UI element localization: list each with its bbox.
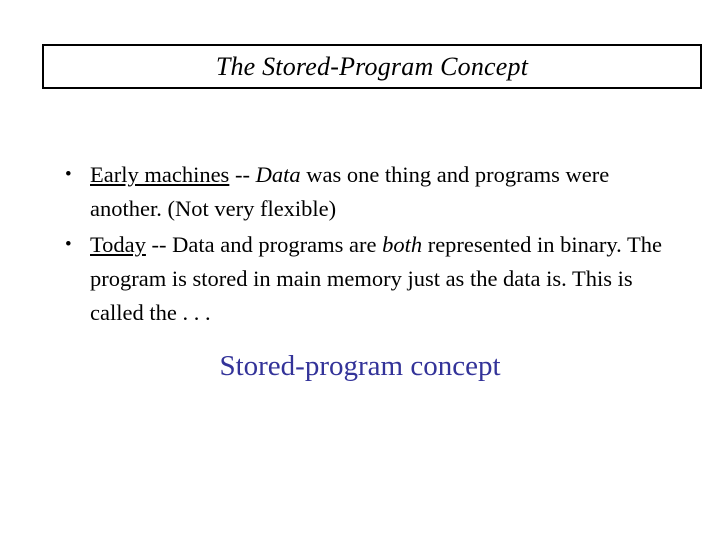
page-title: The Stored-Program Concept [215, 51, 529, 81]
bullet1-dash: -- [229, 162, 256, 187]
bullet2-italic-term: both [382, 232, 423, 257]
bullet-marker-icon: • [65, 234, 72, 255]
title-box: The Stored-Program Concept [42, 44, 702, 89]
bullet-list: • Early machines -- Data was one thing a… [58, 158, 678, 332]
list-item: • Today -- Data and programs are both re… [58, 228, 678, 330]
bullet1-italic-term: Data [255, 162, 301, 187]
bullet2-underlined-term: Today [90, 232, 146, 257]
slide-canvas: The Stored-Program Concept • Early machi… [0, 0, 720, 540]
bullet2-dash: -- Data and programs are [145, 232, 383, 257]
bullet1-underlined-term: Early machines [90, 162, 230, 187]
list-item: • Early machines -- Data was one thing a… [58, 158, 678, 226]
list-item-text: Today -- Data and programs are both repr… [90, 228, 678, 330]
bullet-marker-icon: • [65, 164, 72, 185]
list-item-text: Early machines -- Data was one thing and… [90, 158, 678, 226]
conclusion-text: Stored-program concept [219, 350, 501, 382]
